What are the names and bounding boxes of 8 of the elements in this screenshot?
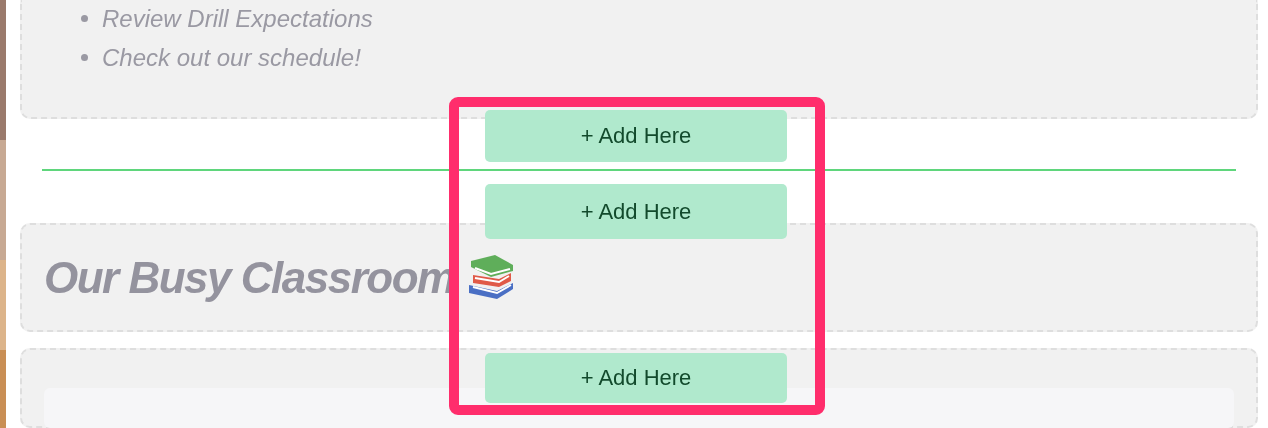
add-here-button[interactable]: + Add Here xyxy=(485,184,787,239)
add-here-button[interactable]: + Add Here xyxy=(485,110,787,162)
add-here-button[interactable]: + Add Here xyxy=(485,353,787,403)
list-item: Review Drill Expectations xyxy=(102,4,373,33)
bullet-icon xyxy=(81,15,88,22)
list-item: Check out our schedule! xyxy=(102,43,361,72)
bullet-icon xyxy=(81,54,88,61)
section-heading: Our Busy Classroom xyxy=(44,252,455,303)
